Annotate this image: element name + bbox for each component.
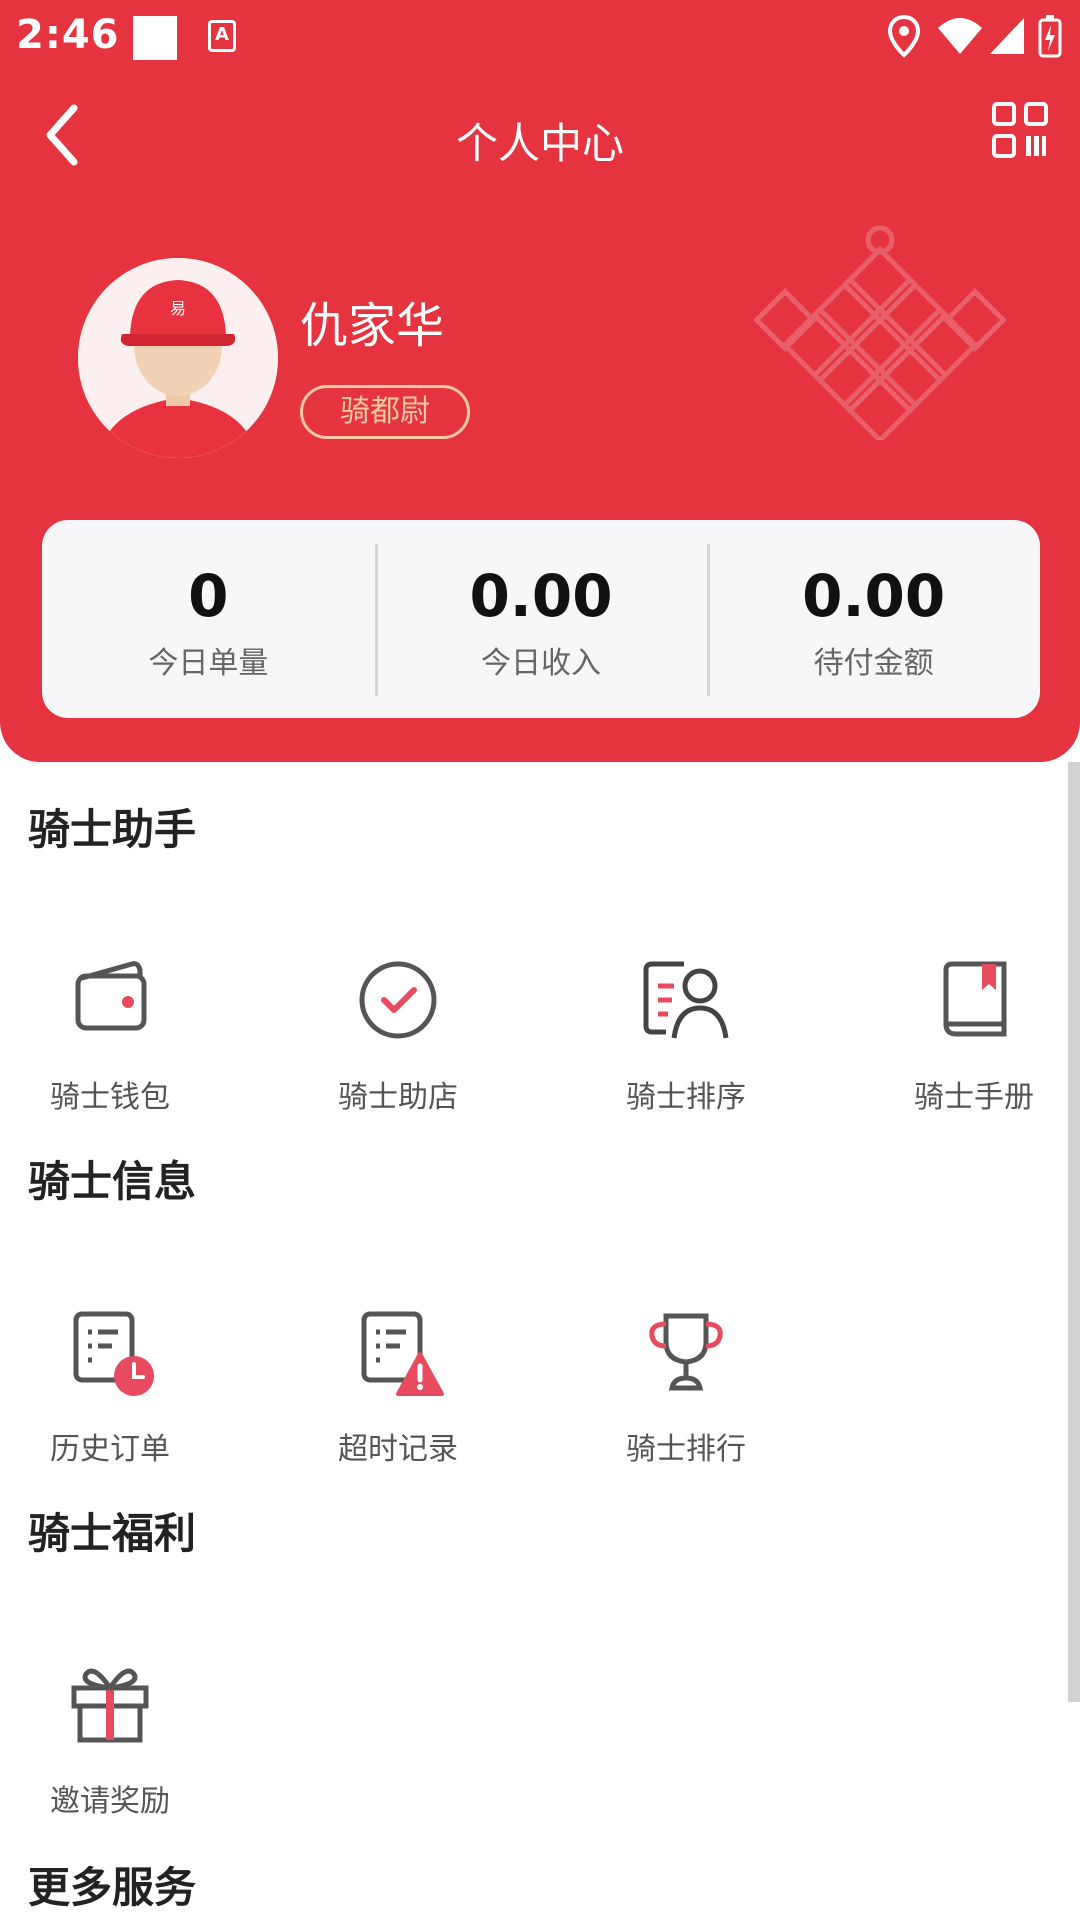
profile-header: 2:46 A 个人中心 易 仇家华 骑都尉 0 今日单量 0.00 今日收入 0… (0, 0, 1080, 762)
user-name: 仇家华 (300, 298, 445, 354)
stat-pending-amount[interactable]: 0.00 待付金额 (707, 520, 1040, 718)
menu-item-label: 骑士排行 (626, 1432, 746, 1467)
menu-item-history-orders[interactable]: 历史订单 (0, 1302, 220, 1468)
timeout-record-icon (361, 1311, 444, 1396)
menu-item-rider-sort[interactable]: 骑士排序 (576, 950, 796, 1116)
stats-card: 0 今日单量 0.00 今日收入 0.00 待付金额 (42, 520, 1040, 718)
scrollbar[interactable] (1068, 762, 1080, 1702)
menu-item-label: 邀请奖励 (50, 1784, 170, 1819)
menu-item-label: 骑士排序 (626, 1080, 746, 1115)
notification-square-icon (133, 16, 177, 60)
menu-item-invite-reward[interactable]: 邀请奖励 (0, 1654, 220, 1820)
section-title-welfare: 骑士福利 (28, 1509, 197, 1558)
rider-avatar-icon: 易 (78, 258, 278, 458)
history-order-icon (73, 1311, 154, 1396)
top-bar: 个人中心 (0, 80, 1080, 190)
chinese-knot-decoration (753, 225, 1007, 440)
stat-label: 今日收入 (481, 646, 601, 681)
stat-label: 待付金额 (813, 646, 934, 681)
svg-text:易: 易 (170, 299, 186, 318)
menu-item-assist-store[interactable]: 骑士助店 (288, 950, 508, 1116)
signal-icon (990, 18, 1024, 54)
menu-item-wallet[interactable]: 骑士钱包 (0, 950, 220, 1116)
stat-today-orders[interactable]: 0 今日单量 (42, 520, 375, 718)
status-time: 2:46 (16, 12, 120, 58)
menu-item-label: 骑士钱包 (50, 1080, 170, 1115)
menu-item-rider-ranking[interactable]: 骑士排行 (576, 1302, 796, 1468)
status-bar: 2:46 A (0, 0, 1080, 80)
stat-label: 今日单量 (148, 646, 269, 681)
gift-icon (71, 1668, 149, 1743)
menu-item-label: 超时记录 (338, 1432, 458, 1467)
trophy-icon (649, 1313, 723, 1391)
menu-item-label: 历史订单 (50, 1432, 170, 1467)
wallet-icon (75, 961, 147, 1031)
stat-value: 0.00 (802, 562, 946, 630)
wifi-icon (938, 18, 982, 54)
rider-sort-icon (643, 961, 729, 1039)
check-circle-icon (359, 961, 437, 1039)
stat-today-income[interactable]: 0.00 今日收入 (374, 520, 708, 718)
menu-item-label: 骑士助店 (338, 1080, 458, 1115)
section-title-assistant: 骑士助手 (28, 805, 197, 854)
section-title-info: 骑士信息 (28, 1157, 197, 1206)
menu-item-handbook[interactable]: 骑士手册 (864, 950, 1080, 1116)
menu-item-timeout-records[interactable]: 超时记录 (288, 1302, 508, 1468)
page-title: 个人中心 (455, 119, 624, 168)
stat-value: 0 (188, 562, 229, 630)
book-icon (943, 961, 1007, 1037)
menu-item-label: 骑士手册 (914, 1080, 1034, 1115)
location-icon (887, 14, 921, 58)
avatar[interactable]: 易 (78, 258, 278, 458)
section-title-more: 更多服务 (28, 1863, 197, 1912)
qr-code-icon[interactable] (990, 100, 1050, 160)
level-badge: 骑都尉 (300, 385, 470, 439)
stat-value: 0.00 (469, 562, 613, 630)
battery-icon (1038, 15, 1062, 58)
notification-a-icon: A (208, 20, 236, 52)
